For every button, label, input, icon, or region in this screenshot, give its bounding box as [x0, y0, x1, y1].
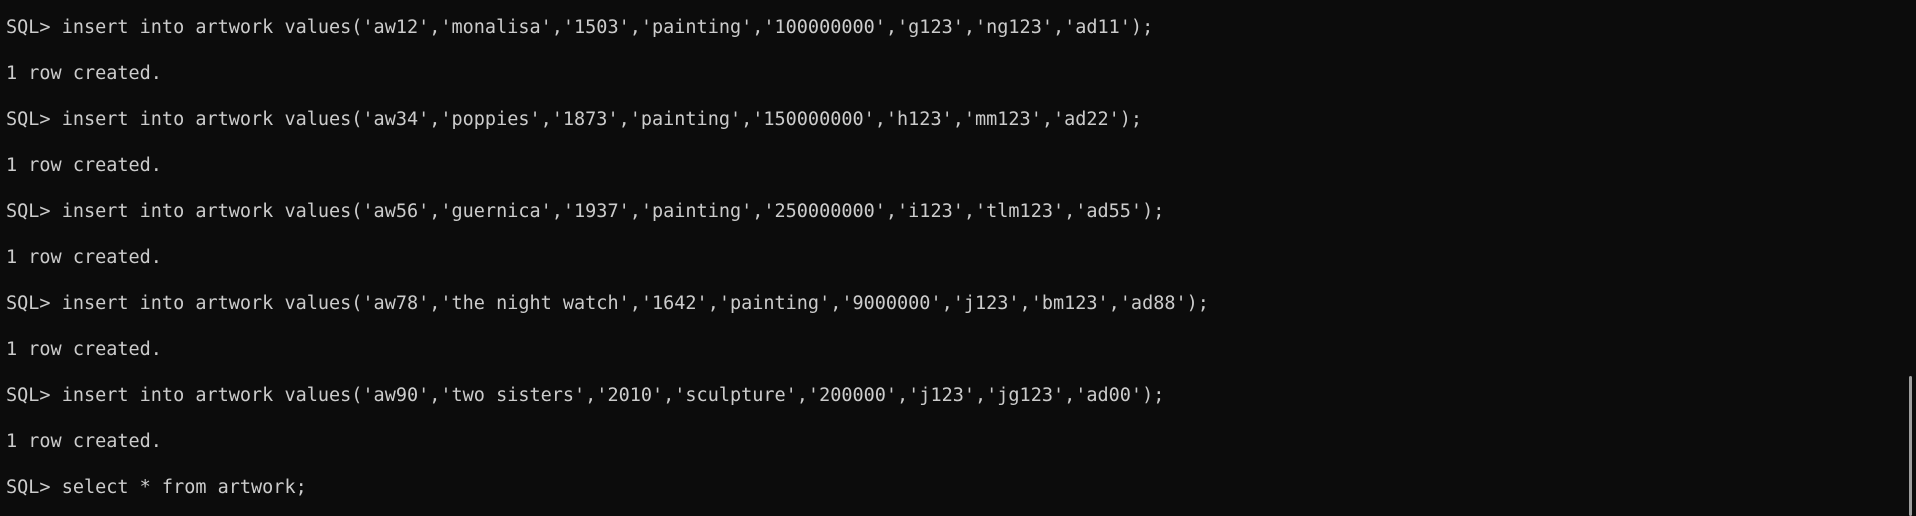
sql-command-line: SQL> insert into artwork values('aw34','…: [6, 109, 1143, 130]
sql-result-line: 1 row created.: [6, 63, 162, 84]
sql-command-line: SQL> insert into artwork values('aw78','…: [6, 293, 1209, 314]
sql-command-line: SQL> insert into artwork values('aw90','…: [6, 385, 1165, 406]
sql-command-line: SQL> insert into artwork values('aw12','…: [6, 17, 1154, 38]
sql-prompt-current-line[interactable]: SQL> select * from artwork;: [6, 476, 1896, 499]
sql-result-line: 1 row created.: [6, 155, 162, 176]
vertical-scrollbar-thumb[interactable]: [1909, 376, 1912, 516]
sql-result-line: 1 row created.: [6, 431, 162, 452]
terminal-output: SQL> insert into artwork values('aw12','…: [6, 16, 1896, 499]
sql-command-line: SQL> insert into artwork values('aw56','…: [6, 201, 1165, 222]
terminal-window[interactable]: SQL> insert into artwork values('aw12','…: [0, 0, 1916, 516]
sql-result-line: 1 row created.: [6, 339, 162, 360]
sql-result-line: 1 row created.: [6, 247, 162, 268]
